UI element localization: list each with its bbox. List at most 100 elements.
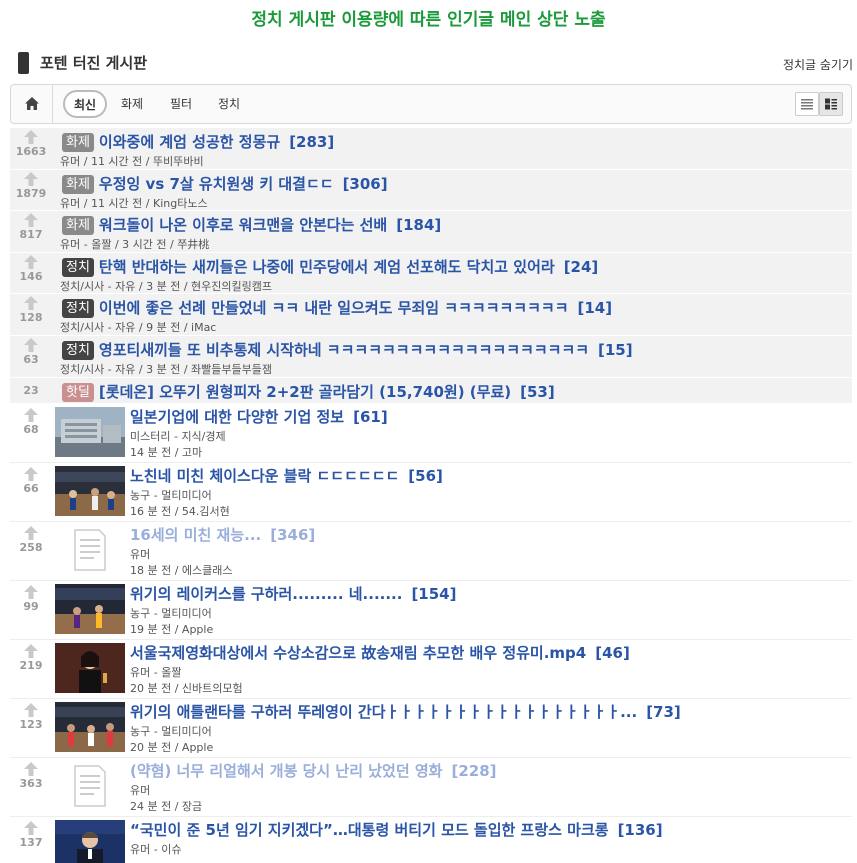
list-item[interactable]: 123 위기의 애틀랜타를 구하러 뚜레영이 간다ㅏㅏㅏㅏㅏㅏㅏㅏㅏㅏㅏㅏㅏㅏㅏ…	[10, 699, 852, 758]
post-title[interactable]: 이와중에 계엄 성공한 정몽규 [283]	[99, 133, 334, 151]
upvote-arrow-icon[interactable]	[24, 525, 38, 540]
list-item[interactable]: 68 일본기업에 대한 다양한 기업 정보 [61] 미스터리 - 지식/경제 1…	[10, 404, 852, 463]
upvote-arrow-icon[interactable]	[24, 171, 38, 186]
post-title[interactable]: 이번에 좋은 선례 만들었네 ㅋㅋ 내란 일으켜도 무죄임 ㅋㅋㅋㅋㅋㅋㅋㅋㅋ[…	[99, 299, 612, 317]
tab-politics[interactable]: 정치	[218, 95, 240, 112]
comment-count: [136]	[617, 820, 663, 839]
post-thumbnail[interactable]	[55, 465, 125, 516]
sticky-post-row[interactable]: 1879 화제 우정잉 vs 7살 유치원생 키 대결ㄷㄷ [306] 유머 / 1…	[10, 169, 852, 212]
tab-filter[interactable]: 필터	[170, 95, 192, 112]
sticky-post-row[interactable]: 146 정치 탄핵 반대하는 새끼들은 나중에 민주당에서 계엄 선포해도 닥치고…	[10, 252, 852, 295]
vote-count: 68	[23, 422, 39, 436]
vote-box: 363	[10, 761, 52, 790]
post-title[interactable]: 일본기업에 대한 다양한 기업 정보 [61]	[130, 408, 388, 426]
comment-count: [283]	[289, 133, 335, 151]
vote-count: 258	[19, 540, 43, 554]
card-view-button[interactable]	[819, 92, 843, 116]
board-title: 포텐 터진 게시판	[40, 54, 148, 72]
vote-count: 1663	[15, 145, 47, 158]
comment-count: [14]	[577, 299, 613, 318]
list-item[interactable]: 258 16세의 미친 재능... [346] 유머 18 분 전 / 에스클래스	[10, 522, 852, 581]
list-item[interactable]: 99 위기의 레이커스를 구하러......... 네....... [154] …	[10, 581, 852, 640]
list-view-button[interactable]	[795, 92, 819, 116]
post-title[interactable]: 우정잉 vs 7살 유치원생 키 대결ㄷㄷ [306]	[99, 175, 388, 193]
upvote-arrow-icon[interactable]	[24, 643, 38, 658]
comment-count: [61]	[353, 407, 388, 426]
upvote-arrow-icon[interactable]	[24, 130, 38, 144]
upvote-arrow-icon[interactable]	[24, 337, 38, 352]
post-category: 유머 - 이슈	[130, 842, 182, 856]
politics-badge: 정치	[62, 257, 94, 277]
post-meta: 19 분 전 / Apple	[130, 622, 214, 636]
post-title[interactable]: 위기의 레이커스를 구하러......... 네....... [154]	[130, 585, 456, 603]
post-meta: 정치/시사 - 자유 / 9 분 전 / iMac	[60, 321, 217, 335]
list-view-icon	[801, 99, 813, 110]
post-category: 유머	[130, 547, 151, 561]
tab-hot[interactable]: 화제	[121, 95, 143, 112]
home-button[interactable]	[11, 85, 53, 123]
list-item[interactable]: 66 노친네 미친 체이스다운 블락 ㄷㄷㄷㄷㄷㄷ [56] 농구 - 멀티미디어…	[10, 463, 852, 522]
upvote-arrow-icon[interactable]	[24, 702, 38, 717]
list-item[interactable]: 363 (약혐) 너무 리얼해서 개봉 당시 난리 났었던 영화 [228] 유머…	[10, 758, 852, 817]
hot-deal-row[interactable]: 23 핫딜 [롯데온] 오뚜기 원형피자 2+2판 골라담기 (15,740원) …	[10, 377, 852, 404]
post-meta: 18 분 전 / 에스클래스	[130, 563, 233, 577]
post-title[interactable]: (약혐) 너무 리얼해서 개봉 당시 난리 났었던 영화 [228]	[130, 762, 497, 780]
vote-count: 219	[19, 658, 43, 672]
document-icon	[55, 524, 125, 575]
post-thumbnail[interactable]	[55, 642, 125, 693]
upvote-arrow-icon[interactable]	[24, 820, 38, 835]
comment-count: [15]	[598, 340, 633, 359]
sticky-post-row[interactable]: 817 화제 워크돌이 나온 이후로 워크맨을 안본다는 선배 [184] 유머 -…	[10, 211, 852, 253]
upvote-arrow-icon[interactable]	[24, 761, 38, 776]
post-list: 1663 화제 이와중에 계엄 성공한 정몽규 [283] 유머 / 11 시간 전…	[10, 128, 852, 863]
vote-box: 219	[10, 643, 52, 672]
post-category: 유머 - 올짤	[130, 665, 182, 679]
post-category: 농구 - 멀티미디어	[130, 488, 212, 502]
post-title[interactable]: 탄핵 반대하는 새끼들은 나중에 민주당에서 계엄 선포해도 닥치고 있어라 [2…	[99, 258, 598, 276]
upvote-arrow-icon[interactable]	[24, 296, 38, 311]
list-item[interactable]: 137 “국민이 준 5년 임기 지키겠다”…대통령 버티기 모드 돌입한 프랑…	[10, 817, 852, 863]
comment-count: [154]	[411, 584, 457, 603]
post-title[interactable]: “국민이 준 5년 임기 지키겠다”…대통령 버티기 모드 돌입한 프랑스 마크…	[130, 821, 663, 839]
post-meta: 유머 / 11 시간 전 / King타노스	[60, 196, 208, 210]
post-category: 미스터리 - 지식/경제	[130, 429, 226, 443]
vote-box: 68	[10, 407, 52, 436]
post-title[interactable]: 노친네 미친 체이스다운 블락 ㄷㄷㄷㄷㄷㄷ [56]	[130, 467, 443, 485]
upvote-arrow-icon[interactable]	[24, 254, 38, 269]
vote-count: 63	[23, 352, 39, 366]
post-title[interactable]: 서울국제영화대상에서 수상소감으로 故송재림 추모한 배우 정유미.mp4 [46…	[130, 644, 630, 662]
post-meta: 정치/시사 - 자유 / 3 분 전 / 좌빨들부들부들잼	[60, 362, 272, 376]
comment-count: [184]	[396, 216, 442, 235]
vote-box: 258	[10, 525, 52, 554]
vote-count: 146	[19, 269, 43, 283]
post-category: 농구 - 멀티미디어	[130, 606, 212, 620]
post-thumbnail[interactable]	[55, 583, 125, 634]
comment-count: [46]	[595, 643, 630, 662]
post-thumbnail[interactable]	[55, 406, 125, 457]
upvote-arrow-icon[interactable]	[24, 407, 38, 422]
post-title[interactable]: 위기의 애틀랜타를 구하러 뚜레영이 간다ㅏㅏㅏㅏㅏㅏㅏㅏㅏㅏㅏㅏㅏㅏㅏㅏㅏ..…	[130, 703, 681, 721]
upvote-arrow-icon[interactable]	[24, 466, 38, 481]
home-icon	[25, 97, 39, 110]
upvote-arrow-icon[interactable]	[24, 213, 38, 228]
list-item[interactable]: 219 서울국제영화대상에서 수상소감으로 故송재림 추모한 배우 정유미.mp…	[10, 640, 852, 699]
post-thumbnail[interactable]	[55, 819, 125, 863]
post-title[interactable]: [롯데온] 오뚜기 원형피자 2+2판 골라담기 (15,740원) (무료)[…	[99, 383, 555, 401]
sticky-post-row[interactable]: 1663 화제 이와중에 계엄 성공한 정몽규 [283] 유머 / 11 시간 전…	[10, 128, 852, 170]
sticky-post-row[interactable]: 128 정치 이번에 좋은 선례 만들었네 ㅋㅋ 내란 일으켜도 무죄임 ㅋㅋㅋㅋ…	[10, 294, 852, 336]
vote-box: 63	[10, 337, 52, 366]
vote-box: 66	[10, 466, 52, 495]
board-header: 포텐 터진 게시판 정치글 숨기기	[18, 50, 853, 76]
vote-count: 137	[19, 835, 43, 849]
post-title[interactable]: 16세의 미친 재능... [346]	[130, 526, 315, 544]
upvote-arrow-icon[interactable]	[24, 584, 38, 599]
sticky-post-row[interactable]: 63 정치 영포티새끼들 또 비추통제 시작하네 ㅋㅋㅋㅋㅋㅋㅋㅋㅋㅋㅋㅋㅋㅋㅋㅋ…	[10, 335, 852, 378]
vote-count: 66	[23, 481, 39, 495]
post-thumbnail[interactable]	[55, 701, 125, 752]
post-title[interactable]: 영포티새끼들 또 비추통제 시작하네 ㅋㅋㅋㅋㅋㅋㅋㅋㅋㅋㅋㅋㅋㅋㅋㅋㅋㅋㅋ [1…	[99, 341, 633, 359]
tab-latest[interactable]: 최신	[63, 90, 108, 118]
post-title[interactable]: 워크돌이 나온 이후로 워크맨을 안본다는 선배 [184]	[99, 216, 441, 234]
hide-politics-link[interactable]: 정치글 숨기기	[783, 56, 853, 73]
politics-badge: 정치	[62, 340, 94, 360]
vote-box: 99	[10, 584, 52, 613]
